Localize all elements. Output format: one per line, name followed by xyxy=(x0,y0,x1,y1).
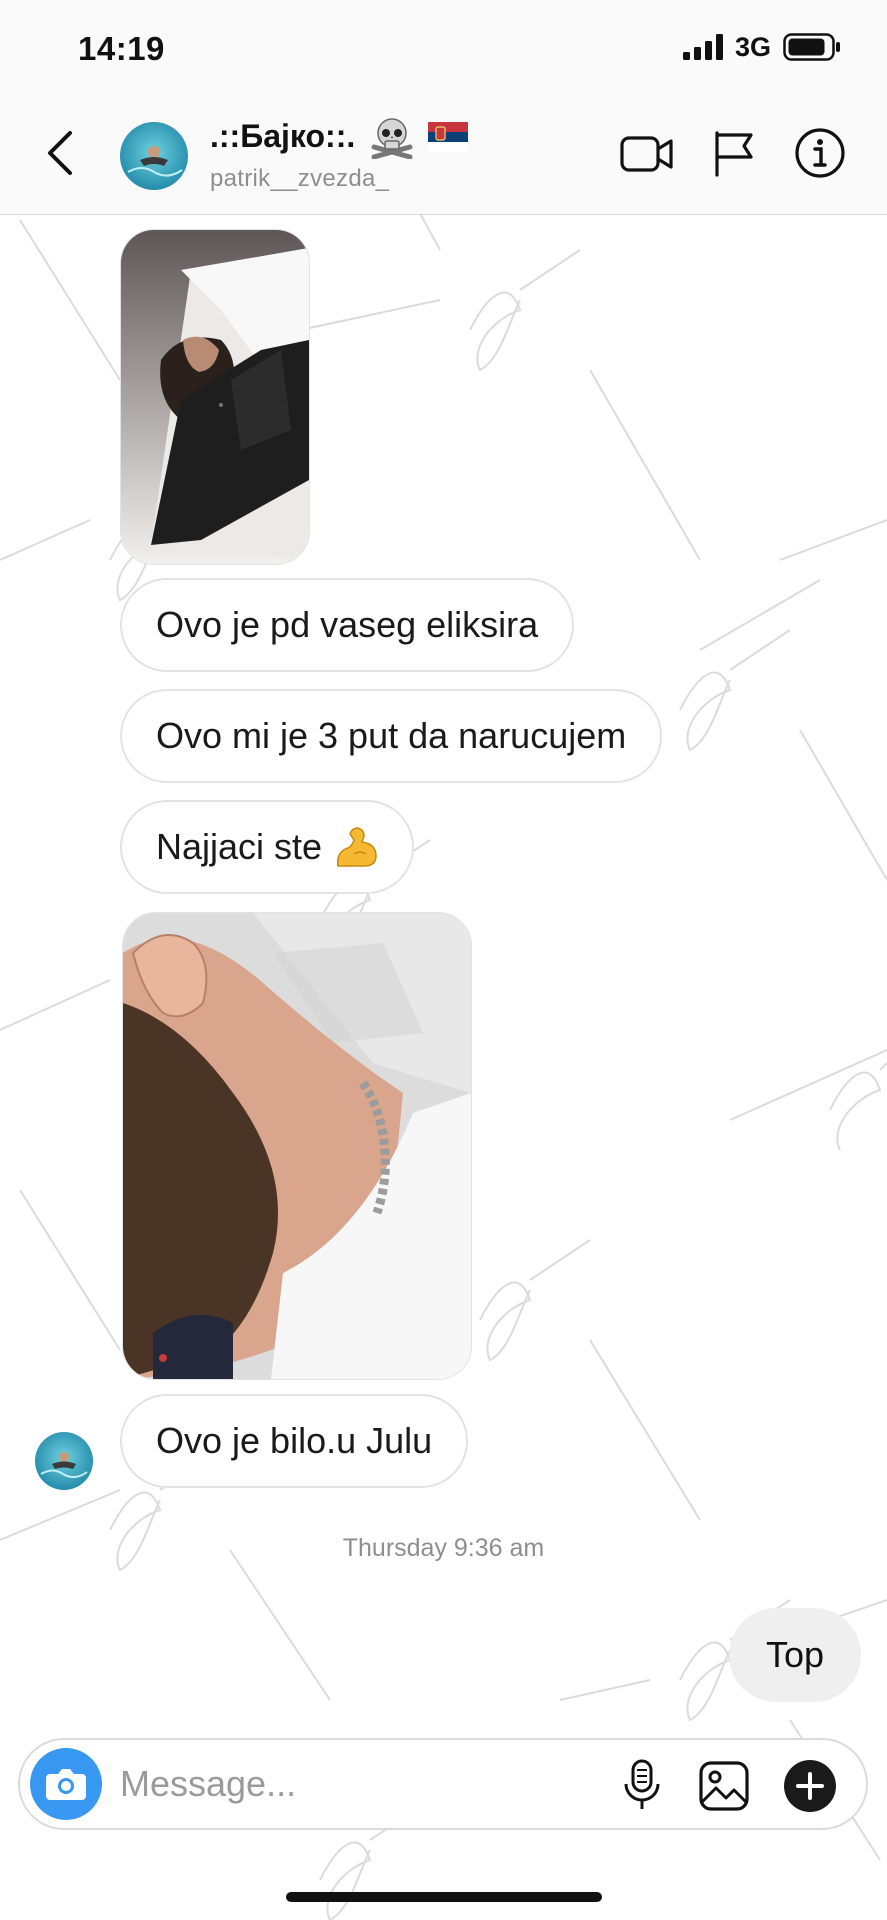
name-icons xyxy=(370,114,468,160)
photo-message-beard-closeup[interactable] xyxy=(122,912,472,1380)
serbian-flag-icon xyxy=(428,122,468,152)
contact-username: patrik__zvezda_ xyxy=(210,165,390,192)
message-bubble[interactable]: Ovo mi je 3 put da narucujem xyxy=(120,689,663,783)
chat-screen: 14:19 3G .::Бајко::. patrik__zvezda_ Ovo… xyxy=(0,0,887,1920)
microphone-icon[interactable] xyxy=(620,1758,664,1812)
camera-icon xyxy=(46,1769,86,1800)
flag-icon[interactable] xyxy=(712,129,756,177)
avatar-photo xyxy=(35,1432,93,1490)
info-icon[interactable] xyxy=(794,127,846,179)
status-time: 14:19 xyxy=(78,30,165,67)
message-text: Ovo je bilo.u Julu xyxy=(156,1420,433,1461)
top-button[interactable]: Top xyxy=(729,1608,861,1702)
gallery-icon[interactable] xyxy=(698,1760,750,1812)
skull-and-crossbones-icon xyxy=(371,118,413,159)
avatar[interactable] xyxy=(120,122,188,190)
home-indicator[interactable] xyxy=(286,1892,602,1902)
contact-name: .::Бајко::. xyxy=(210,118,356,154)
plus-button[interactable] xyxy=(784,1760,836,1812)
message-composer xyxy=(18,1738,868,1830)
message-bubble[interactable]: Najjaci ste xyxy=(120,800,415,894)
photo-message-bearded-man[interactable] xyxy=(120,229,310,565)
message-timestamp: Thursday 9:36 am xyxy=(342,1534,545,1562)
camera-button[interactable] xyxy=(30,1748,102,1820)
avatar[interactable] xyxy=(35,1432,93,1490)
chat-header: .::Бајко::. patrik__zvezda_ xyxy=(0,96,887,215)
beard-neck-closeup-photo xyxy=(123,913,471,1379)
signal-strength-icon xyxy=(683,34,723,60)
video-call-icon[interactable] xyxy=(620,134,674,174)
message-bubble[interactable]: Ovo je bilo.u Julu xyxy=(120,1394,469,1488)
message-text: Ovo je pd vaseg eliksira xyxy=(156,604,539,645)
message-text: Ovo mi je 3 put da narucujem xyxy=(156,715,627,756)
flexed-biceps-icon xyxy=(337,827,377,867)
status-bar: 14:19 3G xyxy=(0,0,887,96)
message-bubble[interactable]: Ovo je pd vaseg eliksira xyxy=(120,578,575,672)
back-arrow-icon[interactable] xyxy=(42,129,78,177)
message-text: Najjaci ste xyxy=(156,826,323,867)
plus-icon xyxy=(796,1772,824,1800)
battery-icon xyxy=(783,33,840,61)
message-input[interactable] xyxy=(120,1758,500,1810)
network-type: 3G xyxy=(735,32,772,62)
avatar-photo xyxy=(120,122,188,190)
bearded-man-selfie-photo xyxy=(121,230,309,564)
